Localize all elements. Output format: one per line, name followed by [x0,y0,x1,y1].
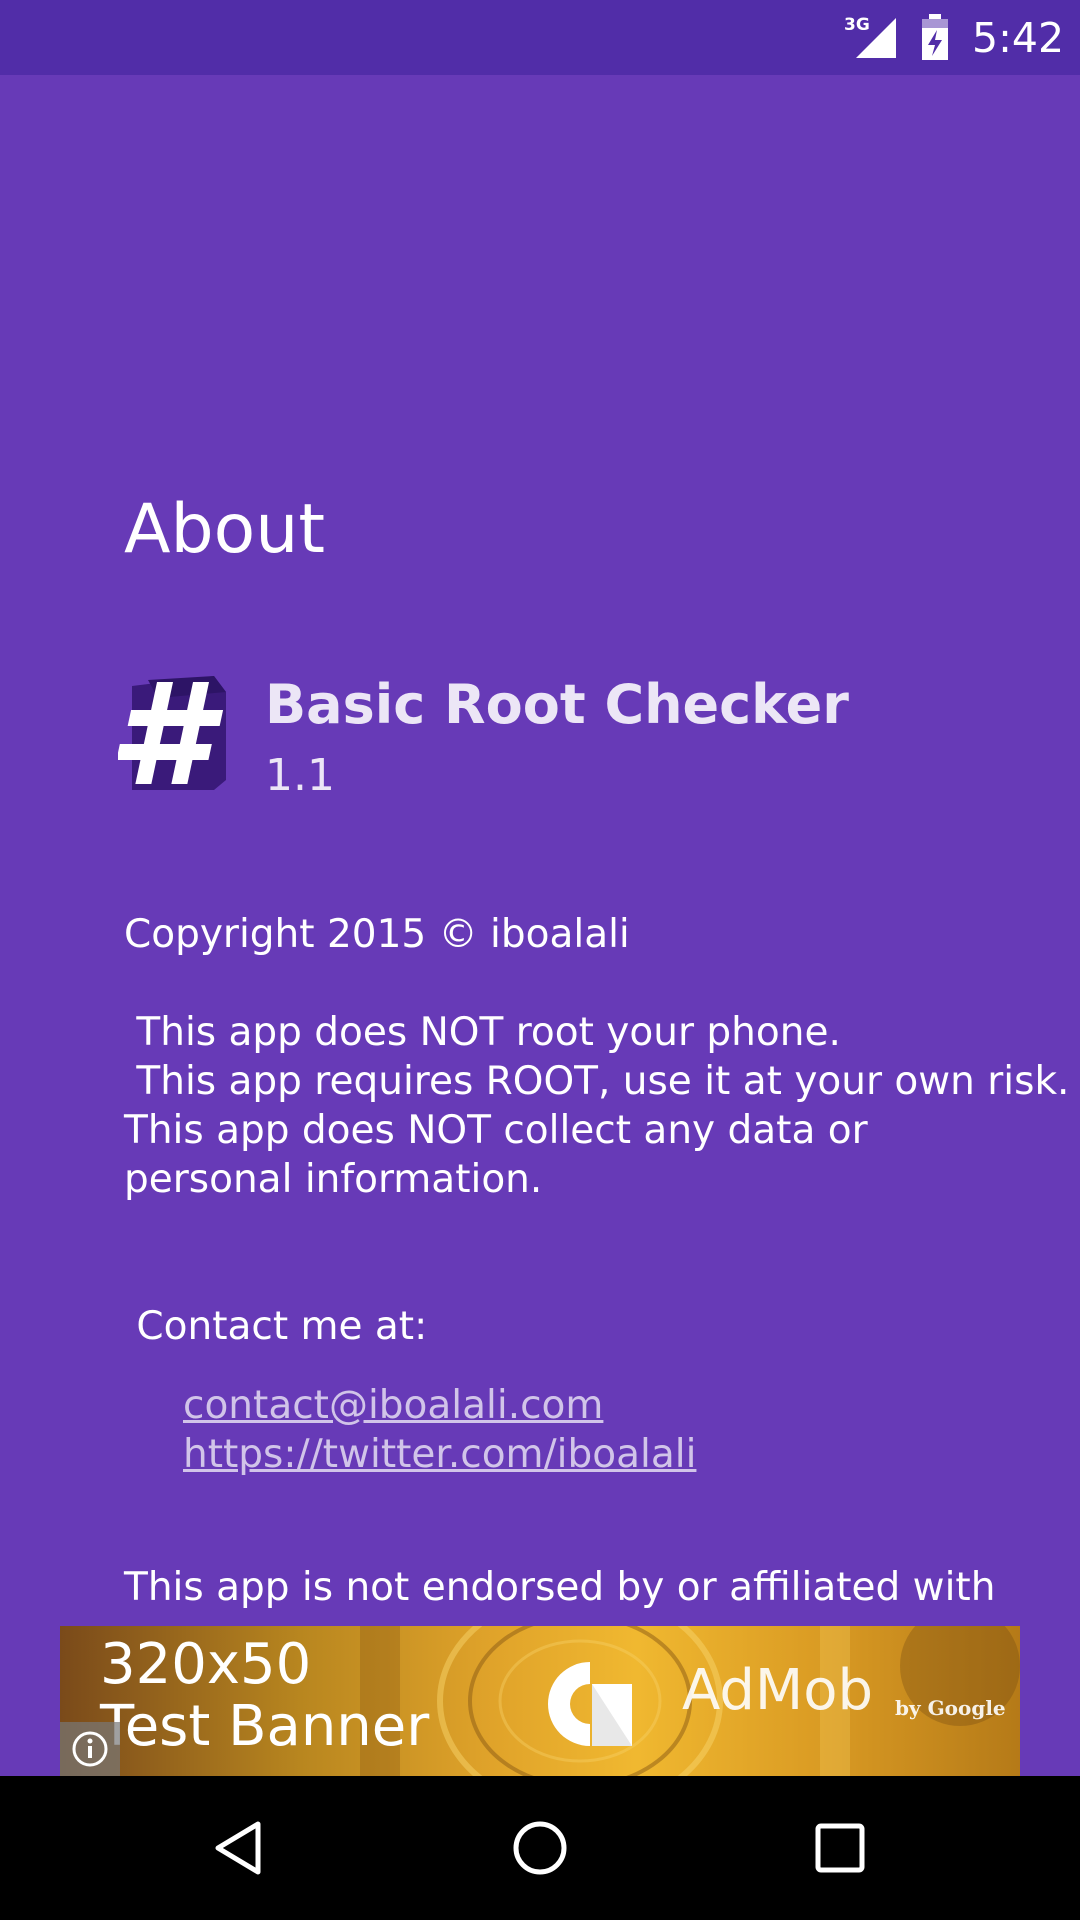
about-screen: 3G 5:42 About Basic Root Checker 1.1 Cop… [0,0,1080,1920]
info-icon [72,1731,108,1767]
contact-label: Contact me at: [124,1304,428,1349]
twitter-link[interactable]: https://twitter.com/iboalali [183,1430,696,1479]
ad-info-button[interactable] [60,1722,120,1776]
status-bar: 3G 5:42 [0,0,1080,75]
recents-button[interactable] [770,1776,910,1920]
app-version: 1.1 [265,750,335,801]
app-name: Basic Root Checker [265,673,849,736]
disclaimer-line: This app requires ROOT, use it at your o… [124,1059,1070,1104]
recents-icon [815,1823,865,1873]
signal-icon [856,18,896,58]
navigation-bar [0,1776,1080,1920]
email-link[interactable]: contact@iboalali.com [183,1381,696,1430]
copyright-text: Copyright 2015 © iboalali [124,912,630,957]
page-title: About [124,490,326,569]
ad-test-banner-text: 320x50 Test Banner [100,1632,430,1759]
back-icon [215,1821,261,1875]
ad-banner[interactable]: 320x50 Test Banner AdMob by Google [60,1626,1020,1776]
back-button[interactable] [170,1776,310,1920]
battery-charging-icon [922,14,948,60]
home-button[interactable] [470,1776,610,1920]
admob-logo-icon [548,1662,632,1746]
disclaimer-line: This app does NOT collect any data or pe… [124,1108,868,1202]
hash-app-icon [118,676,226,790]
home-icon [513,1821,567,1875]
status-clock: 5:42 [972,14,1065,62]
ad-brand-sub-label: by Google [895,1696,1006,1720]
disclaimer-block: This app does NOT root your phone. This … [124,1008,1070,1204]
ad-brand-label: AdMob [682,1658,873,1723]
disclaimer-line: This app does NOT root your phone. [124,1010,841,1055]
contact-links: contact@iboalali.com https://twitter.com… [183,1381,696,1479]
not-endorsed-text: This app is not endorsed by or affiliate… [124,1565,996,1610]
